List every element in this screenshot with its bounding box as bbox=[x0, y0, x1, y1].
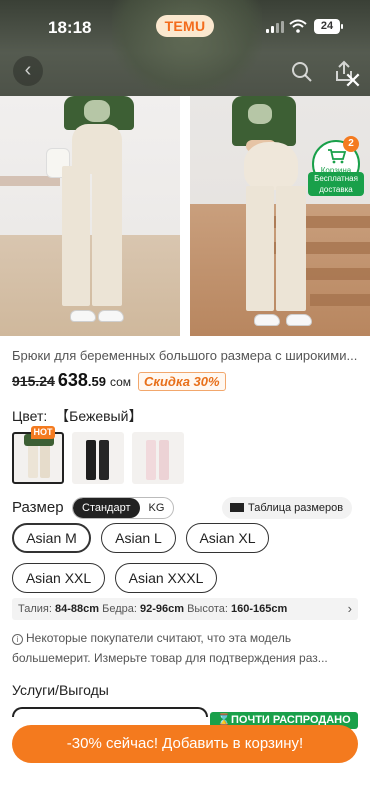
hot-badge: HOT bbox=[31, 426, 55, 439]
product-gallery[interactable] bbox=[0, 96, 370, 336]
free-shipping-line2: доставка bbox=[319, 185, 353, 194]
temu-logo: TEMU bbox=[156, 15, 214, 37]
product-photo-side[interactable] bbox=[190, 96, 370, 336]
hips-label: Бедра: bbox=[102, 603, 137, 615]
services-title: Услуги/Выгоды bbox=[12, 682, 109, 698]
size-chart-label: Таблица размеров bbox=[248, 502, 344, 514]
close-icon[interactable]: ✕ bbox=[342, 70, 364, 92]
height-label: Высота: bbox=[187, 603, 228, 615]
product-title[interactable]: Брюки для беременных большого размера с … bbox=[12, 348, 362, 363]
size-option-asian-m[interactable]: Asian M bbox=[12, 523, 91, 553]
wifi-icon bbox=[289, 19, 307, 33]
size-header: Размер Стандарт KG Таблица размеров bbox=[12, 497, 358, 519]
add-to-cart-button[interactable]: -30% сейчас! Добавить в корзину! bbox=[12, 725, 358, 763]
back-button[interactable]: ‹ bbox=[13, 56, 43, 86]
price-row: 915.24 638 .59 сом Скидка 30% bbox=[12, 370, 226, 394]
size-option-asian-l[interactable]: Asian L bbox=[101, 523, 176, 553]
size-system-kg[interactable]: KG bbox=[140, 498, 174, 518]
size-label: Размер bbox=[12, 499, 64, 516]
swatch-black[interactable] bbox=[72, 432, 124, 484]
size-measurements[interactable]: Талия: 84-88cm Бедра: 92-96cm Высота: 16… bbox=[12, 598, 358, 620]
waist-value: 84-88cm bbox=[54, 603, 100, 615]
waist-label: Талия: bbox=[18, 603, 52, 615]
color-value: 【Бежевый】 bbox=[55, 408, 143, 424]
color-label: Цвет: bbox=[12, 408, 48, 424]
cell-signal-icon bbox=[266, 21, 284, 33]
height-value: 160-165cm bbox=[230, 603, 288, 615]
size-system-toggle: Стандарт KG bbox=[72, 497, 175, 519]
hips-value: 92-96cm bbox=[139, 603, 185, 615]
size-chart-button[interactable]: Таблица размеров bbox=[222, 497, 353, 519]
cart-count-badge: 2 bbox=[343, 136, 359, 152]
battery-indicator: 24 bbox=[314, 19, 343, 34]
product-photo-front[interactable] bbox=[0, 96, 180, 336]
currency: сом bbox=[109, 375, 132, 389]
info-icon: i bbox=[12, 634, 23, 645]
notice-line1: Некоторые покупатели считают, что эта мо… bbox=[26, 631, 292, 645]
search-icon[interactable] bbox=[288, 58, 316, 86]
cart-icon bbox=[328, 149, 347, 164]
chevron-left-icon: ‹ bbox=[24, 59, 32, 81]
size-option-asian-xxl[interactable]: Asian XXL bbox=[12, 563, 105, 593]
chevron-right-icon: › bbox=[347, 601, 352, 616]
old-price: 915.24 bbox=[12, 373, 55, 389]
size-system-standard[interactable]: Стандарт bbox=[73, 498, 140, 518]
current-price-cents: .59 bbox=[87, 374, 106, 389]
status-bar: 18:18 TEMU 24 bbox=[0, 0, 370, 54]
services-card[interactable] bbox=[12, 707, 208, 717]
size-option-asian-xxxl[interactable]: Asian XXXL bbox=[115, 563, 217, 593]
free-shipping-badge: Бесплатная доставка bbox=[308, 172, 364, 196]
status-time: 18:18 bbox=[48, 18, 92, 37]
current-price: 638 bbox=[57, 370, 88, 390]
discount-badge: Скидка 30% bbox=[138, 372, 226, 391]
notice-line2: большемерит. Измерьте товар для подтверж… bbox=[12, 651, 328, 665]
ruler-icon bbox=[230, 503, 244, 512]
color-row: Цвет: 【Бежевый】 bbox=[12, 406, 142, 426]
free-shipping-line1: Бесплатная bbox=[314, 174, 358, 183]
size-option-asian-xl[interactable]: Asian XL bbox=[186, 523, 269, 553]
fit-notice: i Некоторые покупатели считают, что эта м… bbox=[12, 628, 358, 668]
swatch-beige[interactable] bbox=[12, 432, 64, 484]
swatch-pink[interactable] bbox=[132, 432, 184, 484]
